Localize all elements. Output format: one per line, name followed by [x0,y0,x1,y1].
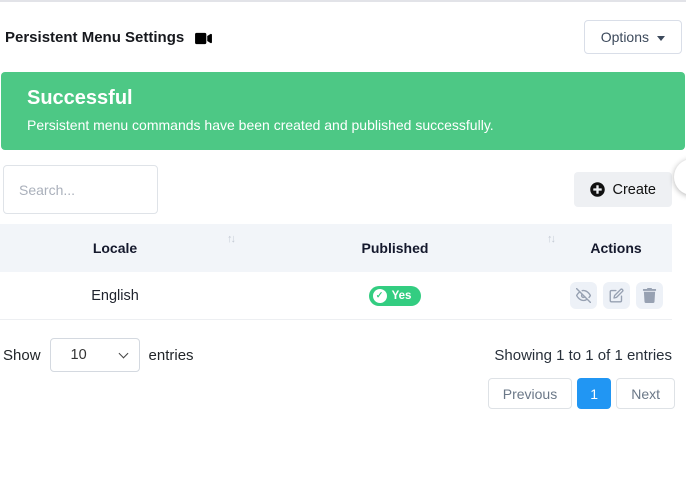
column-header-actions: Actions [560,224,672,272]
current-page-button[interactable]: 1 [577,378,611,409]
persistent-menu-settings-page: Persistent Menu Settings Options Success… [0,0,686,501]
check-circle-icon: ✓ [373,289,387,303]
search-input[interactable] [3,165,158,214]
show-label: Show [3,347,41,364]
table-toolbar: Create [0,165,686,214]
success-alert: Successful Persistent menu commands have… [1,72,685,150]
trash-icon [642,288,657,303]
published-badge: ✓ Yes [369,286,422,306]
options-button[interactable]: Options [584,20,682,54]
column-label: Published [362,240,429,256]
pagination: Previous 1 Next [0,378,686,409]
page-size-select-wrap: 10 [50,338,140,372]
entries-label: entries [149,347,194,364]
create-button[interactable]: Create [574,172,672,207]
chevron-down-icon [657,36,665,41]
eye-slash-icon [576,288,591,303]
published-badge-label: Yes [392,290,412,302]
actions-cell [560,272,672,319]
edit-button[interactable] [603,282,630,309]
previous-page-button[interactable]: Previous [488,378,572,409]
edit-icon [609,288,624,303]
column-label: Locale [93,240,137,256]
locale-cell: English [0,272,230,319]
page-title: Persistent Menu Settings [5,29,184,46]
page-size-group: Show 10 entries [3,338,194,372]
options-button-label: Options [601,29,649,45]
video-camera-icon [195,29,212,46]
alert-title: Successful [27,85,659,111]
page-size-select[interactable]: 10 [50,338,140,372]
next-page-button[interactable]: Next [616,378,675,409]
sort-icon[interactable]: ↑↓ [547,233,554,245]
table-header-row: Locale ↑↓ Published ↑↓ Actions [0,224,672,272]
delete-button[interactable] [636,282,663,309]
alert-message: Persistent menu commands have been creat… [27,116,659,134]
create-button-label: Create [612,182,656,198]
column-label: Actions [590,240,641,256]
table-footer: Show 10 entries Showing 1 to 1 of 1 entr… [0,338,672,372]
column-header-locale[interactable]: Locale ↑↓ [0,224,230,272]
column-header-published[interactable]: Published ↑↓ [230,224,560,272]
title-group: Persistent Menu Settings [5,29,212,46]
plus-circle-icon [590,182,605,197]
locales-table: Locale ↑↓ Published ↑↓ Actions English ✓… [0,224,672,320]
table-row: English ✓ Yes [0,272,672,320]
published-cell: ✓ Yes [230,272,560,319]
results-summary: Showing 1 to 1 of 1 entries [494,347,672,364]
page-header: Persistent Menu Settings Options [0,2,686,72]
unpublish-button[interactable] [570,282,597,309]
